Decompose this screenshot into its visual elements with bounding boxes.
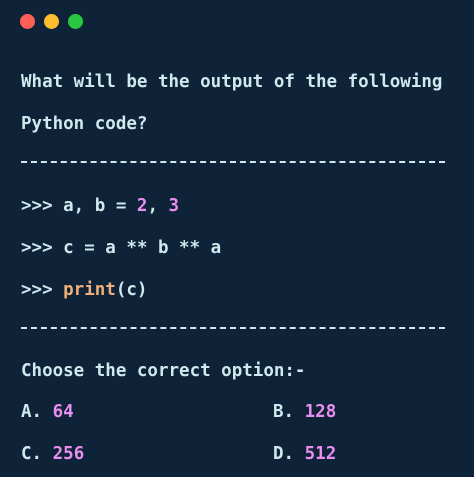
minimize-dot-icon[interactable]	[44, 14, 59, 29]
window-controls	[20, 14, 83, 29]
option-letter: D.	[273, 444, 295, 464]
prompt-symbol: >>>	[21, 238, 53, 258]
code-window: What will be the output of the following…	[0, 0, 474, 477]
code-line-1: >>> a, b = 2, 3	[21, 195, 179, 217]
option-c[interactable]: C. 256	[21, 443, 84, 465]
option-letter: A.	[21, 402, 43, 422]
code-text: c = a ** b ** a	[52, 238, 222, 258]
question-line-1: What will be the output of the following	[21, 72, 443, 92]
close-dot-icon[interactable]	[20, 14, 35, 29]
option-b[interactable]: B. 128	[273, 401, 336, 423]
code-text: )	[136, 280, 148, 300]
option-value: 128	[304, 402, 337, 422]
prompt-symbol: >>>	[21, 196, 53, 216]
choose-prompt: Choose the correct option:-	[21, 361, 306, 381]
code-function: print	[52, 280, 116, 300]
code-line-3: >>> print(c)	[21, 279, 147, 301]
divider-top	[21, 161, 445, 163]
code-text: (	[115, 280, 127, 300]
divider-bottom	[21, 327, 445, 329]
option-d[interactable]: D. 512	[273, 443, 336, 465]
option-a[interactable]: A. 64	[21, 401, 74, 423]
question-line-2: Python code?	[21, 114, 148, 134]
code-number: 3	[168, 196, 180, 216]
prompt-symbol: >>>	[21, 280, 53, 300]
option-letter: C.	[21, 444, 43, 464]
option-value: 64	[52, 402, 74, 422]
maximize-dot-icon[interactable]	[68, 14, 83, 29]
code-number: 2	[136, 196, 148, 216]
option-value: 512	[304, 444, 337, 464]
code-text: c	[126, 280, 137, 300]
code-line-2: >>> c = a ** b ** a	[21, 237, 221, 259]
option-letter: B.	[273, 402, 295, 422]
code-text: ,	[147, 196, 169, 216]
code-text: a, b =	[52, 196, 137, 216]
option-value: 256	[52, 444, 85, 464]
